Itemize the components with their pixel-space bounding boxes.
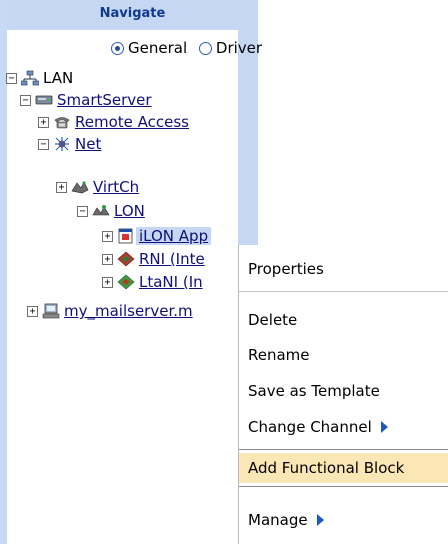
rni-device-icon (117, 251, 135, 267)
tree-label-lon[interactable]: LON (114, 202, 145, 220)
ltani-device-icon (117, 274, 135, 290)
menu-item-label: Properties (248, 260, 324, 278)
tree-node-smartserver[interactable]: − SmartServer (20, 90, 152, 110)
expand-toggle-ilon-app[interactable]: + (102, 230, 113, 242)
radio-general-indicator[interactable] (111, 41, 124, 55)
collapse-toggle-smartserver[interactable]: − (20, 94, 31, 106)
radio-general-label: General (128, 39, 188, 57)
network-hub-icon (55, 137, 69, 151)
radio-driver-indicator[interactable] (198, 41, 212, 55)
application-icon (118, 228, 133, 244)
menu-item-label: Rename (248, 346, 310, 364)
menu-item-properties[interactable]: Properties (239, 254, 448, 284)
context-menu: Properties Delete Rename Save as Templat… (238, 245, 448, 544)
radio-driver-label: Driver (215, 39, 263, 57)
tree-node-virtch[interactable]: + VirtCh (56, 177, 139, 197)
collapse-toggle-lon[interactable]: − (77, 205, 88, 217)
menu-item-label: Change Channel (248, 418, 372, 436)
tree-label-mailserver[interactable]: my_mailserver.m (64, 302, 193, 320)
menu-item-label: Manage (248, 511, 308, 529)
menu-separator (239, 449, 448, 450)
collapse-toggle-net[interactable]: − (38, 138, 49, 150)
view-mode-group: General Driver (111, 39, 262, 59)
menu-item-label: Delete (248, 311, 298, 329)
menu-item-change-channel[interactable]: Change Channel (239, 412, 448, 442)
submenu-arrow-icon (380, 421, 388, 433)
virtual-channel-icon (71, 181, 89, 194)
expand-toggle-remote-access[interactable]: + (38, 116, 49, 128)
menu-item-label: Save as Template (248, 382, 380, 400)
tree-node-mailserver[interactable]: + my_mailserver.m (27, 301, 193, 321)
radio-driver[interactable]: Driver (198, 39, 263, 57)
menu-item-delete[interactable]: Delete (239, 305, 448, 335)
expand-toggle-ltani[interactable]: + (102, 276, 113, 288)
computer-icon (42, 303, 60, 319)
tree-node-lan[interactable]: − LAN (6, 68, 73, 88)
navigate-header: Navigate (7, 0, 258, 30)
tree-label-smartserver[interactable]: SmartServer (57, 91, 152, 109)
submenu-arrow-icon (316, 514, 324, 526)
menu-separator (239, 291, 448, 292)
expand-toggle-rni[interactable]: + (102, 253, 113, 265)
lon-channel-icon (92, 205, 110, 216)
tree-node-ltani[interactable]: + LtaNI (In (102, 272, 203, 292)
network-icon (21, 70, 39, 86)
tree-label-remote-access[interactable]: Remote Access (75, 113, 189, 131)
tree-node-lon[interactable]: − LON (77, 201, 145, 221)
tree-label-virtch[interactable]: VirtCh (93, 178, 139, 196)
menu-item-label: Add Functional Block (248, 459, 405, 477)
telephone-icon (54, 117, 70, 129)
radio-general[interactable]: General (111, 39, 187, 57)
menu-item-add-functional-block[interactable]: Add Functional Block (239, 453, 448, 483)
tree-node-rni[interactable]: + RNI (Inte (102, 249, 205, 269)
server-icon (35, 95, 53, 105)
expand-toggle-virtch[interactable]: + (56, 181, 67, 193)
tree-label-net[interactable]: Net (75, 135, 101, 153)
expand-toggle-mailserver[interactable]: + (27, 305, 38, 317)
menu-separator (239, 486, 448, 487)
tree-node-ilon-app[interactable]: + iLON App (102, 226, 212, 246)
tree-label-lan: LAN (43, 69, 74, 87)
menu-item-save-as-template[interactable]: Save as Template (239, 376, 448, 406)
menu-item-rename[interactable]: Rename (239, 340, 448, 370)
tree-label-rni[interactable]: RNI (Inte (139, 250, 205, 268)
panel-title: Navigate (99, 6, 166, 21)
tree-node-remote-access[interactable]: + Remote Access (38, 112, 189, 132)
collapse-toggle-lan[interactable]: − (6, 72, 17, 84)
tree-node-net[interactable]: − Net (38, 134, 101, 154)
tree-label-ilon-app[interactable]: iLON App (136, 227, 212, 245)
menu-item-manage[interactable]: Manage (239, 505, 448, 535)
tree-label-ltani[interactable]: LtaNI (In (139, 273, 203, 291)
